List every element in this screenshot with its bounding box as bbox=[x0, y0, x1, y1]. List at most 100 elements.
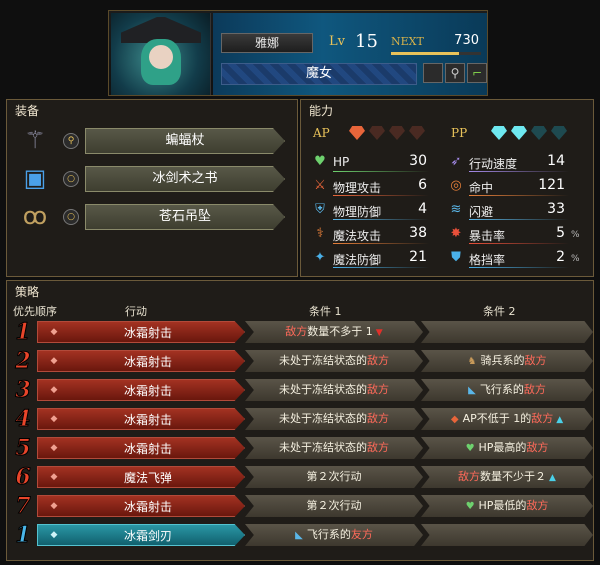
crit-icon: ✸ bbox=[450, 226, 462, 241]
priority-number: 3 bbox=[15, 377, 31, 403]
ap-gem-icon bbox=[349, 126, 365, 140]
condition-2-slot[interactable] bbox=[421, 321, 593, 343]
strategy-row[interactable]: 7 ◆ 冰霜射击 第２次行动 ♥ HP最低的敌方 bbox=[9, 493, 593, 519]
action-label: 魔法飞弹 bbox=[123, 471, 172, 485]
condition-1-slot[interactable]: 未处于冻结状态的敌方 bbox=[245, 379, 423, 401]
condition-1-slot[interactable]: 未处于冻结状态的敌方 bbox=[245, 350, 423, 372]
action-slot[interactable]: ◆ 魔法飞弹 bbox=[37, 466, 245, 488]
condition-text: AP不低于 1 bbox=[462, 412, 521, 425]
strategy-row[interactable]: 4 ◆ 冰霜射击 未处于冻结状态的敌方 ◆ AP不低于 1的敌方 ▲ bbox=[9, 406, 593, 432]
target-faction: 敌方 bbox=[367, 441, 389, 454]
stat-hp: ♥ HP 30 bbox=[311, 152, 429, 174]
game-screen: 雅娜 Lv 15 NEXT 730 魔女 ⚲ ⌐ 装备 ⚚ ⚲ 蝙蝠杖 ▣ ○ … bbox=[0, 0, 600, 565]
pp-gem-icon bbox=[551, 126, 567, 140]
priority-number: 5 bbox=[15, 435, 31, 461]
equipment-name: 苍石吊坠 bbox=[85, 204, 285, 230]
level-label: Lv bbox=[329, 34, 345, 49]
condition-1-slot[interactable]: 未处于冻结状态的敌方 bbox=[245, 437, 423, 459]
arrow-up-icon: ▲ bbox=[549, 473, 556, 483]
action-label: 冰霜射击 bbox=[123, 500, 172, 514]
action-slot[interactable]: ◆ 冰霜射击 bbox=[37, 495, 245, 517]
condition-text: 骑兵系的 bbox=[480, 354, 525, 367]
arrow-down-icon: ▼ bbox=[375, 328, 383, 338]
level-display: Lv 15 NEXT 730 bbox=[319, 31, 487, 55]
strategy-row[interactable]: 2 ◆ 冰霜射击 未处于冻结状态的敌方 ♞ 骑兵系的敌方 bbox=[9, 349, 593, 374]
boot-icon[interactable]: ⌐ bbox=[467, 63, 487, 83]
shield-icon: ⛊ bbox=[451, 250, 461, 265]
action-label: 冰霜射击 bbox=[123, 355, 172, 369]
action-slot[interactable]: ◆ 冰霜射击 bbox=[37, 321, 245, 343]
equipment-slot-weapon[interactable]: ⚚ ⚲ 蝙蝠杖 bbox=[13, 124, 293, 160]
condition-2-slot[interactable]: ♞ 骑兵系的敌方 bbox=[421, 350, 593, 372]
pp-label: PP bbox=[451, 126, 468, 140]
book-icon: ▣ bbox=[23, 164, 47, 192]
action-slot[interactable]: ◆ 冰霜射击 bbox=[37, 437, 245, 459]
target-faction: 敌方 bbox=[458, 470, 481, 483]
condition-text: 未处于冻结状态的 bbox=[279, 412, 367, 425]
ability-panel: 能力 AP PP ♥ HP 30 ⚔ 物理攻击 6 ⛨ 物理防御 4 ⚕ 魔法攻… bbox=[300, 99, 594, 277]
strategy-row[interactable]: 5 ◆ 冰霜射击 未处于冻结状态的敌方 ♥ HP最高的敌方 bbox=[9, 435, 593, 461]
stat-evasion: ≋ 闪避 33 bbox=[447, 200, 587, 222]
key-icon[interactable]: ⚲ bbox=[445, 63, 465, 83]
target-faction: 敌方 bbox=[285, 325, 308, 338]
cavalry-icon: ♞ bbox=[467, 356, 477, 367]
sword-icon: ⚔ bbox=[314, 178, 326, 193]
strategy-panel: 策略 优先顺序 行动 条件 1 条件 2 1 ◆ 冰霜射击 敌方数量不多于 1 ▼ 2 ◆ 冰… bbox=[6, 280, 594, 561]
condition-2-slot[interactable]: 敌方数量不少于２ ▲ bbox=[421, 466, 593, 488]
ap-gem-icon: ◆ bbox=[50, 385, 58, 395]
action-label: 冰霜射击 bbox=[123, 413, 172, 427]
action-label: 冰霜剑刃 bbox=[123, 529, 172, 543]
empty-slot-icon[interactable] bbox=[423, 63, 443, 83]
action-slot[interactable]: ◆ 冰霜射击 bbox=[37, 408, 245, 430]
strategy-row[interactable]: 1 ◆ 冰霜剑刃 ◣ 飞行系的友方 bbox=[9, 523, 593, 548]
condition-text: 数量不多于 1 bbox=[307, 325, 373, 338]
level-value: 15 bbox=[355, 31, 378, 52]
target-faction: 敌方 bbox=[526, 499, 549, 512]
condition-1-slot[interactable]: 第２次行动 bbox=[245, 495, 423, 517]
condition-1-slot[interactable]: ◣ 飞行系的友方 bbox=[245, 524, 423, 546]
condition-2-slot[interactable]: ♥ HP最高的敌方 bbox=[421, 437, 593, 459]
stat-physical-defense: ⛨ 物理防御 4 bbox=[311, 200, 429, 222]
condition-1-slot[interactable]: 第２次行动 bbox=[245, 466, 423, 488]
action-slot[interactable]: ◆ 冰霜射击 bbox=[37, 379, 245, 401]
equipment-slot-book[interactable]: ▣ ○ 冰剑术之书 bbox=[13, 162, 293, 198]
condition-1-slot[interactable]: 未处于冻结状态的敌方 bbox=[245, 408, 423, 430]
dodge-icon: ≋ bbox=[450, 202, 462, 217]
priority-number: 4 bbox=[15, 406, 31, 432]
condition-1-slot[interactable]: 敌方数量不多于 1 ▼ bbox=[245, 321, 423, 343]
condition-2-slot[interactable] bbox=[421, 524, 593, 546]
boot-icon: ➶ bbox=[450, 154, 462, 169]
wing-icon: ◣ bbox=[468, 385, 476, 396]
condition-text: 未处于冻结状态的 bbox=[279, 354, 367, 367]
ap-gem-icon: ◆ bbox=[50, 327, 58, 337]
action-slot[interactable]: ◆ 冰霜射击 bbox=[37, 350, 245, 372]
target-faction: 敌方 bbox=[526, 441, 549, 454]
strategy-row[interactable]: 3 ◆ 冰霜射击 未处于冻结状态的敌方 ◣ 飞行系的敌方 bbox=[9, 377, 593, 403]
ap-gem-icon: ◆ bbox=[50, 443, 58, 453]
ap-gem-icon: ◆ bbox=[50, 356, 58, 366]
condition-2-slot[interactable]: ◆ AP不低于 1的敌方 ▲ bbox=[421, 408, 593, 430]
target-faction: 敌方 bbox=[524, 354, 547, 367]
ap-gem-icon: ◆ bbox=[50, 414, 58, 424]
target-faction: 敌方 bbox=[367, 383, 389, 396]
col-condition-2: 条件 2 bbox=[483, 305, 516, 318]
condition-text: 数量不少于２ bbox=[480, 470, 547, 483]
condition-2-slot[interactable]: ◣ 飞行系的敌方 bbox=[421, 379, 593, 401]
ap-gem-icon: ◆ bbox=[50, 472, 58, 482]
condition-text: 飞行系的 bbox=[306, 528, 351, 541]
target-faction: 敌方 bbox=[367, 354, 389, 367]
condition-text: 第２次行动 bbox=[306, 470, 362, 483]
heart-icon: ♥ bbox=[465, 443, 475, 454]
equipment-slot-accessory[interactable]: ꝏ ○ 苍石吊坠 bbox=[13, 200, 293, 236]
target-faction: 敌方 bbox=[367, 412, 389, 425]
priority-number: 7 bbox=[15, 493, 31, 519]
condition-text: HP最低的 bbox=[478, 499, 527, 512]
action-slot[interactable]: ◆ 冰霜剑刃 bbox=[37, 524, 245, 546]
condition-text: 飞行系的 bbox=[479, 383, 524, 396]
strategy-row[interactable]: 1 ◆ 冰霜射击 敌方数量不多于 1 ▼ bbox=[9, 320, 593, 345]
strategy-row[interactable]: 6 ◆ 魔法飞弹 第２次行动 敌方数量不少于２ ▲ bbox=[9, 465, 593, 490]
wing-icon: ◣ bbox=[295, 530, 303, 541]
condition-2-slot[interactable]: ♥ HP最低的敌方 bbox=[421, 495, 593, 517]
ap-gem-icon: ◆ bbox=[450, 414, 459, 425]
next-exp-bar bbox=[391, 52, 481, 55]
